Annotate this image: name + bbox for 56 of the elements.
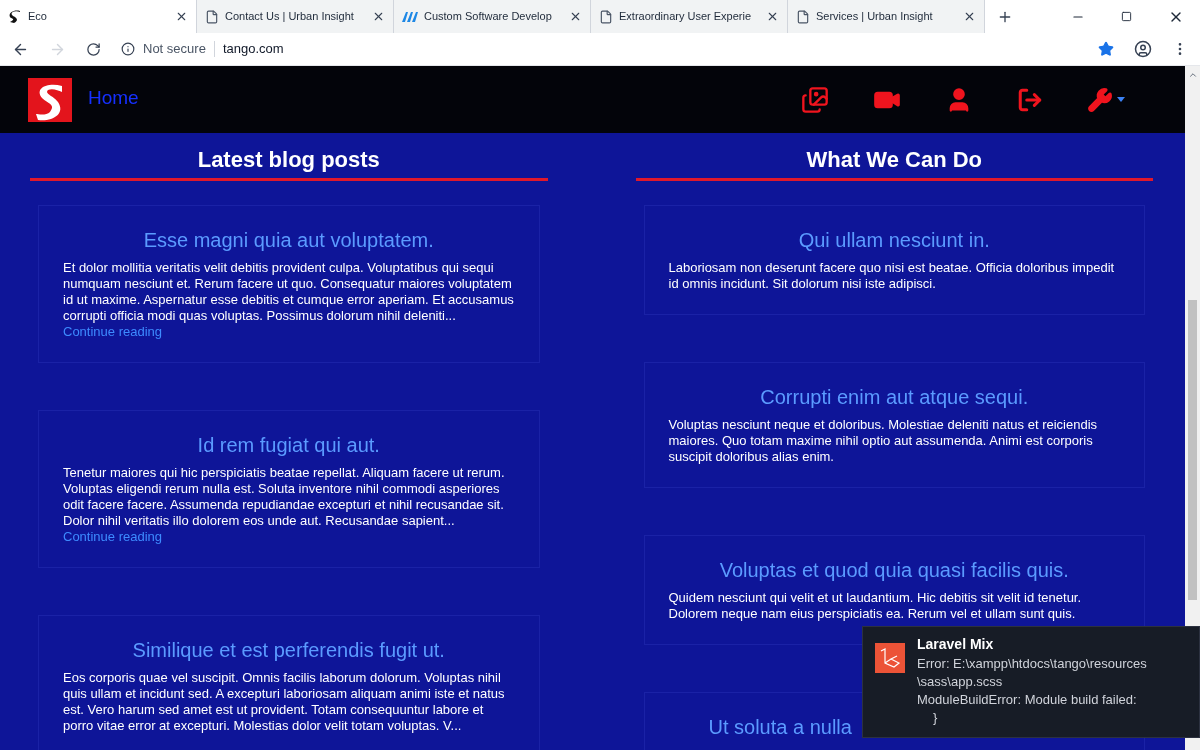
card-title: Id rem fugiat qui aut. [196, 433, 381, 457]
section-heading: What We Can Do [635, 133, 1153, 181]
card-title: Qui ullam nesciunt in. [797, 228, 991, 252]
page-icon [599, 9, 613, 24]
page-icon [205, 9, 219, 24]
bookmark-star-icon[interactable] [1098, 41, 1114, 57]
close-icon[interactable] [766, 10, 779, 23]
browser-tab[interactable]: Services | Urban Insight [788, 0, 985, 33]
close-icon[interactable] [963, 10, 976, 23]
card-title: Esse magni quia aut voluptatem. [142, 228, 435, 252]
brand-icon [402, 11, 418, 22]
reload-icon[interactable] [86, 41, 101, 57]
card-text: Tenetur maiores qui hic perspiciatis beatae repellat. Aliquam facere ut rerum. Voluptas eligendi rerum nulla est. Soluta inventore nihil commodi asperiores odit facere facere. Assumenda repudiandae excepturi et nihil recusandae sit. Dolor nihil veritatis illo dolorem eos unde aut. Recusandae sapient... Continue reading [63, 465, 506, 545]
browser-tab[interactable]: Contact Us | Urban Insight [197, 0, 394, 33]
card-text: Eos corporis quae vel suscipit. Omnis facilis laborum dolorum. Voluptas nihil quis ullam et incidunt sed. A excepturi laboriosam aliquam animi iste et natus est. Vero harum sed amet est ut provident. Totam consequuntur labore et porro vitae error at excepturi. Molestias dolor velit totam voluptas. V... [63, 670, 506, 734]
card-title: Similique et est perferendis fugit ut. [131, 638, 446, 662]
continue-reading-link[interactable]: Continue reading [63, 529, 163, 544]
tab-title: Contact Us | Urban Insight [225, 9, 355, 25]
card-title: Corrupti enim aut atque sequi. [759, 385, 1030, 409]
page-icon [796, 9, 810, 24]
card-text: Voluptas nesciunt neque et doloribus. Molestiae deleniti natus et reiciendis maiores. Quo totam maxime nihil optio aut assumenda. Animi est corporis suscipit doloribus alias enim. [668, 417, 1099, 465]
toast-message-line: ModuleBuildError: Module build failed: [917, 691, 1138, 709]
toast-message-line: \sass\app.scss [917, 673, 1004, 691]
card-title: Ut soluta a nulla [708, 715, 852, 739]
wrench-icon[interactable] [1087, 86, 1113, 113]
toast-message-line: } [932, 709, 939, 727]
tab-title: Extraordinary User Experie [619, 9, 753, 25]
toast-title: Laravel Mix [917, 635, 995, 653]
images-icon[interactable] [801, 85, 829, 114]
security-label: Not secure [143, 40, 206, 59]
scroll-up-icon[interactable] [1187, 70, 1198, 80]
restore-icon[interactable] [1121, 11, 1132, 22]
notification-toast[interactable]: Laravel Mix Error: E:\xampp\htdocs\tango\resources \sass\app.scss ModuleBuildError: Module build failed: } [862, 626, 1200, 738]
continue-reading-link[interactable]: Continue reading [63, 324, 163, 339]
profile-icon[interactable] [1134, 40, 1152, 58]
logout-icon[interactable] [1017, 86, 1043, 113]
logo-icon [8, 9, 22, 24]
info-icon[interactable] [121, 42, 135, 56]
close-icon[interactable] [175, 10, 188, 23]
card-text: Quidem nesciunt qui velit et ut laudantium. Hic debitis sit velit id tenetur. Dolorem neque nam eius perspiciatis ea. Rerum vel et ullam sunt quis. [668, 590, 1083, 622]
caret-icon[interactable] [1117, 97, 1125, 102]
site-logo[interactable] [28, 77, 72, 122]
close-icon[interactable] [372, 10, 385, 23]
card-text: Laboriosam non deserunt facere quo nisi est beatae. Officia doloribus impedit id omnis incidunt. Sit dolorum nisi iste adipisci. [668, 260, 1116, 292]
card-title: Voluptas et quod quia quasi facilis quis. [718, 558, 1070, 582]
browser-tab[interactable]: Extraordinary User Experie [591, 0, 788, 33]
close-icon[interactable] [569, 10, 582, 23]
url-text[interactable]: tango.com [222, 39, 284, 59]
card-text: Et dolor mollitia veritatis velit debitis provident culpa. Voluptatibus qui sequi numquam nesciunt et. Rerum facere ut quo. Consequatur maiores voluptatem id ut maxime. Aspernatur esse debitis et cumque error aperiam. Et accusamus corrupti officia modi quas voluptas. Possimus dolorum nihil deleniti... Continue reading [63, 260, 515, 340]
tab-title: Eco [28, 9, 48, 25]
toast-message-line: Error: E:\xampp\htdocs\tango\resources [917, 655, 1147, 673]
section-heading: Latest blog posts [30, 133, 548, 181]
laravel-logo-icon [875, 643, 905, 673]
tab-title: Custom Software Develop [424, 9, 553, 25]
browser-tab[interactable]: Custom Software Develop [394, 0, 591, 33]
tab-title: Services | Urban Insight [816, 9, 934, 25]
